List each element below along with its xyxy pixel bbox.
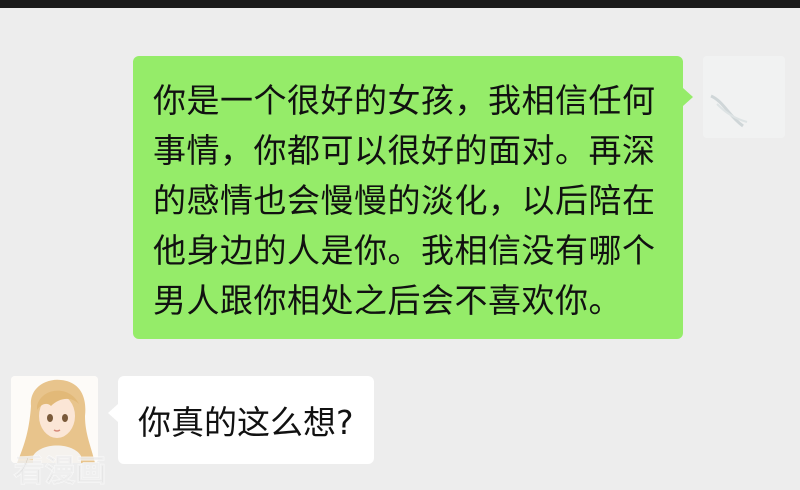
watermark-logo: 看漫画 xyxy=(14,454,107,490)
own-avatar-image xyxy=(703,56,785,138)
incoming-message-text: 你真的这么想? xyxy=(138,403,354,442)
outgoing-message-bubble[interactable]: 你是一个很好的女孩，我相信任何事情，你都可以很好的面对。再深的感情也会慢慢的淡化… xyxy=(133,56,693,339)
top-bar xyxy=(0,0,800,8)
own-avatar[interactable] xyxy=(703,56,785,138)
outgoing-message-text: 你是一个很好的女孩，我相信任何事情，你都可以很好的面对。再深的感情也会慢慢的淡化… xyxy=(153,81,656,320)
chat-area[interactable]: 你是一个很好的女孩，我相信任何事情，你都可以很好的面对。再深的感情也会慢慢的淡化… xyxy=(0,8,800,490)
incoming-message-bubble[interactable]: 你真的这么想? xyxy=(108,376,374,464)
